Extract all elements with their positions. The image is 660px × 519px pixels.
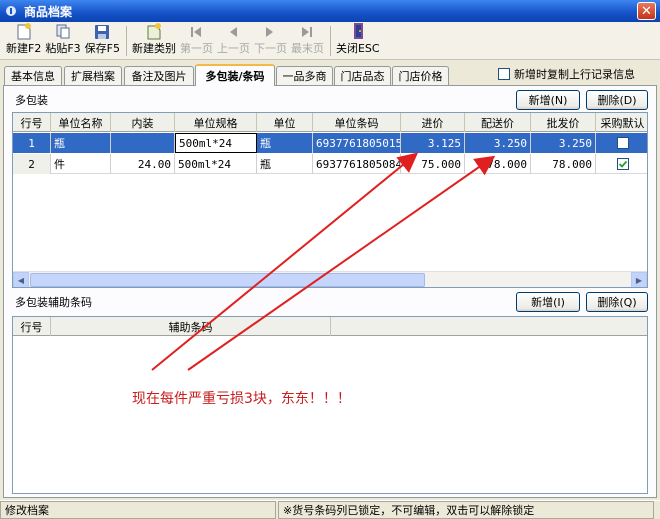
horizontal-scrollbar[interactable]: ◀ ▶ — [13, 271, 647, 287]
first-page-icon — [189, 23, 203, 40]
toolbar-separator — [329, 26, 331, 56]
prev-page-button[interactable]: 上一页 — [217, 23, 250, 59]
add-aux-barcode-button[interactable]: 新增(I) — [516, 292, 580, 312]
tab-notes-images[interactable]: 备注及图片 — [124, 66, 194, 85]
table-row[interactable]: 2 件 24.00 500ml*24 瓶 6937761805084 75.00… — [13, 154, 647, 174]
save-disk-icon — [94, 23, 110, 40]
checkmark-icon — [618, 160, 627, 168]
unit-spec-cell[interactable]: 500ml*24 — [175, 154, 257, 174]
column-header[interactable]: 辅助条码 — [51, 317, 331, 336]
unit-name-cell[interactable]: 瓶 — [51, 133, 111, 153]
inner-qty-cell[interactable] — [111, 133, 175, 153]
purchase-default-cell[interactable] — [596, 133, 647, 153]
scrollbar-thumb[interactable] — [30, 273, 425, 287]
column-header[interactable]: 单位名称 — [51, 113, 111, 132]
paste-button[interactable]: 粘贴F3 — [45, 22, 81, 59]
row-number: 1 — [13, 133, 51, 153]
column-header[interactable]: 单位 — [257, 113, 313, 132]
close-icon: ✕ — [641, 3, 652, 19]
column-header[interactable]: 采购默认 — [596, 113, 647, 132]
purchase-default-cell[interactable] — [596, 154, 647, 174]
save-button[interactable]: 保存F5 — [85, 23, 120, 59]
prev-page-icon — [226, 23, 240, 40]
table-row[interactable]: 1 瓶 500ml*24 瓶 6937761805015 3.125 3.250… — [13, 133, 647, 153]
unit-barcode-cell[interactable]: 6937761805084 — [313, 154, 401, 174]
status-left: 修改档案 — [0, 501, 276, 519]
tab-store-price[interactable]: 门店价格 — [392, 66, 449, 85]
unit-spec-input[interactable]: 500ml*24 — [175, 133, 257, 153]
multi-pack-grid: 行号 单位名称 内装 单位规格 单位 单位条码 进价 配送价 批发价 采购默认 … — [12, 112, 648, 288]
new-category-button[interactable]: 新建类别 — [132, 23, 176, 59]
delivery-price-cell[interactable]: 78.000 — [465, 154, 531, 174]
column-header[interactable]: 内装 — [111, 113, 175, 132]
next-page-icon — [263, 23, 277, 40]
tab-extended[interactable]: 扩展档案 — [64, 66, 122, 85]
column-header[interactable]: 行号 — [13, 317, 51, 336]
delivery-price-cell[interactable]: 3.250 — [465, 133, 531, 153]
unit-name-cell[interactable]: 件 — [51, 154, 111, 174]
window-title-bar[interactable]: 商品档案 ✕ — [0, 0, 660, 22]
tab-store-status[interactable]: 门店品态 — [334, 66, 391, 85]
tab-multi-pack-barcode[interactable]: 多包装/条码 — [195, 64, 275, 86]
purchase-price-cell[interactable]: 75.000 — [401, 154, 465, 174]
toolbar-separator — [125, 26, 127, 56]
new-document-icon — [16, 22, 32, 40]
app-icon — [4, 4, 18, 18]
new-button[interactable]: 新建F2 — [6, 23, 41, 59]
wholesale-price-cell[interactable]: 3.250 — [531, 133, 596, 153]
column-header[interactable]: 单位条码 — [313, 113, 401, 132]
status-bar: 修改档案 ※货号条码列已锁定，不可编辑，双击可以解除锁定 — [0, 500, 660, 519]
annotation-text: 现在每件严重亏损3块，东东！！！ — [132, 391, 351, 407]
purchase-default-checkbox[interactable] — [616, 158, 629, 170]
first-page-button[interactable]: 第一页 — [180, 23, 213, 59]
next-page-button[interactable]: 下一页 — [254, 23, 287, 59]
last-page-icon — [300, 23, 314, 40]
tab-panel: 多包装 新增(N) 删除(D) 行号 单位名称 内装 单位规格 单位 单位条码 … — [3, 85, 657, 498]
column-header[interactable]: 单位规格 — [175, 113, 257, 132]
column-header[interactable]: 进价 — [401, 113, 465, 132]
exit-door-icon — [350, 22, 366, 40]
wholesale-price-cell[interactable]: 78.000 — [531, 154, 596, 174]
delete-pack-button[interactable]: 删除(D) — [586, 90, 648, 110]
scroll-right-icon[interactable]: ▶ — [631, 272, 647, 287]
new-category-icon — [145, 22, 163, 40]
window-title: 商品档案 — [24, 4, 73, 19]
row-number: 2 — [13, 154, 51, 174]
tab-basic-info[interactable]: 基本信息 — [4, 66, 62, 85]
close-window-button[interactable]: ✕ — [637, 2, 656, 20]
unit-cell[interactable]: 瓶 — [257, 133, 313, 153]
copy-previous-row-option[interactable]: 新增时复制上行记录信息 — [498, 66, 635, 82]
toolbar: 新建F2 粘贴F3 保存F5 新建类别 第一页 上一页 下一页 最末页 关闭ES… — [0, 22, 660, 60]
aux-barcode-grid-header: 行号 辅助条码 — [13, 317, 647, 336]
delete-aux-barcode-button[interactable]: 删除(Q) — [586, 292, 648, 312]
column-header-empty — [331, 317, 647, 336]
scroll-left-icon[interactable]: ◀ — [13, 272, 29, 287]
copy-previous-row-checkbox[interactable] — [498, 68, 510, 80]
purchase-default-checkbox[interactable] — [616, 137, 629, 149]
column-header[interactable]: 批发价 — [531, 113, 596, 132]
purchase-price-cell[interactable]: 3.125 — [401, 133, 465, 153]
last-page-button[interactable]: 最末页 — [291, 23, 324, 59]
multi-pack-grid-header: 行号 单位名称 内装 单位规格 单位 单位条码 进价 配送价 批发价 采购默认 — [13, 113, 647, 132]
tab-one-product-multi-supplier[interactable]: 一品多商 — [276, 66, 333, 85]
close-button[interactable]: 关闭ESC — [336, 23, 380, 59]
column-header[interactable]: 配送价 — [465, 113, 531, 132]
paste-icon — [55, 22, 71, 40]
unit-barcode-cell[interactable]: 6937761805015 — [313, 133, 401, 153]
inner-qty-cell[interactable]: 24.00 — [111, 154, 175, 174]
status-message: ※货号条码列已锁定，不可编辑，双击可以解除锁定 — [278, 501, 654, 519]
column-header[interactable]: 行号 — [13, 113, 51, 132]
add-pack-button[interactable]: 新增(N) — [516, 90, 580, 110]
unit-cell[interactable]: 瓶 — [257, 154, 313, 174]
